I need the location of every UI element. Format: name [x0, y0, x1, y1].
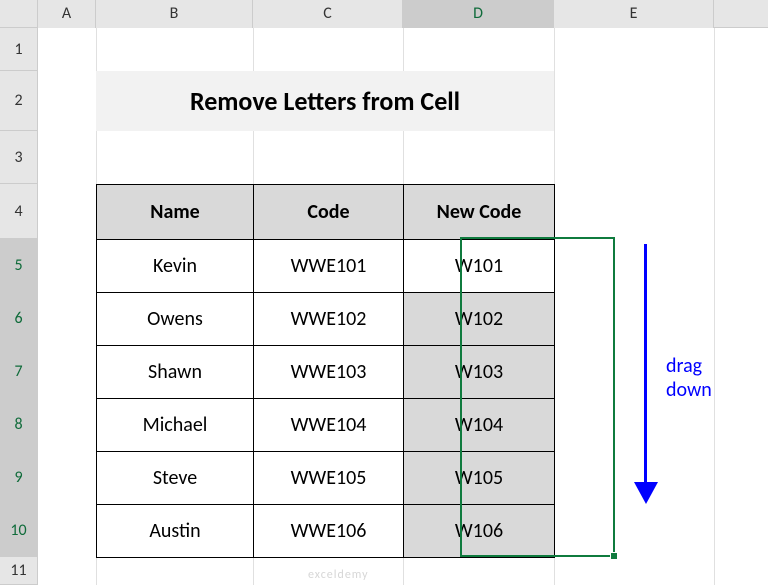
- drag-annotation: drag down: [626, 244, 746, 564]
- row-header-3[interactable]: 3: [0, 131, 38, 184]
- arrow-down-icon: [634, 482, 658, 504]
- cell-newcode[interactable]: W101: [404, 240, 555, 293]
- table-row: OwensWWE102W102: [97, 293, 555, 346]
- row-header-6[interactable]: 6: [0, 292, 38, 345]
- arrow-line: [644, 244, 647, 484]
- header-name[interactable]: Name: [97, 185, 254, 240]
- title-cell[interactable]: Remove Letters from Cell: [96, 71, 554, 131]
- row-header-2[interactable]: 2: [0, 71, 38, 131]
- select-all-corner[interactable]: [0, 0, 38, 28]
- column-header-D[interactable]: D: [403, 0, 554, 28]
- row-header-7[interactable]: 7: [0, 345, 38, 398]
- table-row: AustinWWE106W106: [97, 505, 555, 558]
- column-header-E[interactable]: E: [554, 0, 714, 28]
- cell-newcode[interactable]: W102: [404, 293, 555, 346]
- table-row: ShawnWWE103W103: [97, 346, 555, 399]
- spreadsheet: ABCDE 1234567891011 Remove Letters from …: [0, 0, 768, 585]
- fill-handle[interactable]: [610, 552, 618, 560]
- cell-code[interactable]: WWE101: [254, 240, 404, 293]
- table-row: SteveWWE105W105: [97, 452, 555, 505]
- cell-code[interactable]: WWE106: [254, 505, 404, 558]
- row-header-9[interactable]: 9: [0, 451, 38, 504]
- column-header-A[interactable]: A: [38, 0, 96, 28]
- cell-newcode[interactable]: W104: [404, 399, 555, 452]
- header-code[interactable]: Code: [254, 185, 404, 240]
- header-newcode[interactable]: New Code: [404, 185, 555, 240]
- cell-newcode[interactable]: W106: [404, 505, 555, 558]
- cell-code[interactable]: WWE104: [254, 399, 404, 452]
- row-header-1[interactable]: 1: [0, 28, 38, 71]
- drag-label: drag down: [666, 354, 712, 402]
- data-table: Name Code New Code KevinWWE101W101OwensW…: [96, 184, 555, 558]
- table-header-row: Name Code New Code: [97, 185, 555, 240]
- cell-name[interactable]: Kevin: [97, 240, 254, 293]
- cell-newcode[interactable]: W103: [404, 346, 555, 399]
- row-header-11[interactable]: 11: [0, 557, 38, 585]
- cell-code[interactable]: WWE102: [254, 293, 404, 346]
- cell-name[interactable]: Michael: [97, 399, 254, 452]
- cell-name[interactable]: Owens: [97, 293, 254, 346]
- cell-name[interactable]: Shawn: [97, 346, 254, 399]
- table-row: MichaelWWE104W104: [97, 399, 555, 452]
- cell-code[interactable]: WWE103: [254, 346, 404, 399]
- column-headers-row: ABCDE: [0, 0, 768, 28]
- row-headers-column: 1234567891011: [0, 28, 38, 585]
- column-header-B[interactable]: B: [96, 0, 253, 28]
- table-row: KevinWWE101W101: [97, 240, 555, 293]
- watermark: exceldemy: [308, 568, 369, 582]
- row-header-10[interactable]: 10: [0, 504, 38, 557]
- row-header-4[interactable]: 4: [0, 184, 38, 239]
- cell-name[interactable]: Austin: [97, 505, 254, 558]
- column-header-C[interactable]: C: [253, 0, 403, 28]
- gridline: [714, 28, 715, 585]
- cells-area[interactable]: Remove Letters from Cell Name Code New C…: [38, 28, 768, 585]
- cell-code[interactable]: WWE105: [254, 452, 404, 505]
- row-header-5[interactable]: 5: [0, 239, 38, 292]
- cell-newcode[interactable]: W105: [404, 452, 555, 505]
- cell-name[interactable]: Steve: [97, 452, 254, 505]
- row-header-8[interactable]: 8: [0, 398, 38, 451]
